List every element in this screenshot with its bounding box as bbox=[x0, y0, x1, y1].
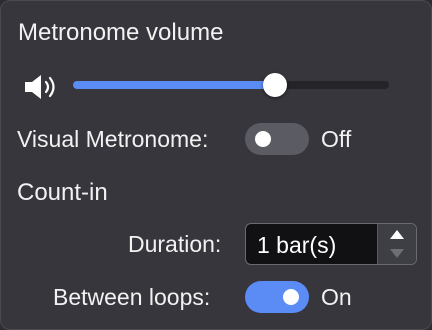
decrement-button[interactable] bbox=[378, 244, 416, 264]
visual-metronome-toggle[interactable] bbox=[245, 123, 309, 155]
toggle-knob bbox=[283, 289, 299, 305]
metronome-volume-heading: Metronome volume bbox=[18, 19, 224, 46]
visual-metronome-state: Off bbox=[321, 126, 352, 152]
between-loops-state: On bbox=[321, 284, 352, 310]
count-in-heading: Count-in bbox=[17, 179, 108, 206]
stepper-buttons bbox=[377, 224, 416, 264]
duration-stepper[interactable]: 1 bar(s) bbox=[245, 223, 417, 265]
visual-metronome-label: Visual Metronome: bbox=[17, 126, 209, 152]
toggle-knob bbox=[255, 131, 271, 147]
chevron-down-icon bbox=[390, 249, 404, 258]
metronome-settings-panel: Metronome volume Visual Metronome: Off C… bbox=[0, 0, 432, 330]
between-loops-label: Between loops: bbox=[53, 284, 211, 310]
volume-slider-fill bbox=[73, 81, 275, 89]
chevron-up-icon bbox=[390, 230, 404, 239]
duration-label: Duration: bbox=[128, 231, 222, 257]
volume-slider[interactable] bbox=[73, 73, 389, 97]
volume-slider-thumb[interactable] bbox=[263, 73, 287, 97]
duration-value[interactable]: 1 bar(s) bbox=[257, 231, 336, 259]
between-loops-toggle[interactable] bbox=[245, 281, 309, 313]
increment-button[interactable] bbox=[378, 224, 416, 244]
speaker-icon[interactable] bbox=[23, 72, 59, 102]
